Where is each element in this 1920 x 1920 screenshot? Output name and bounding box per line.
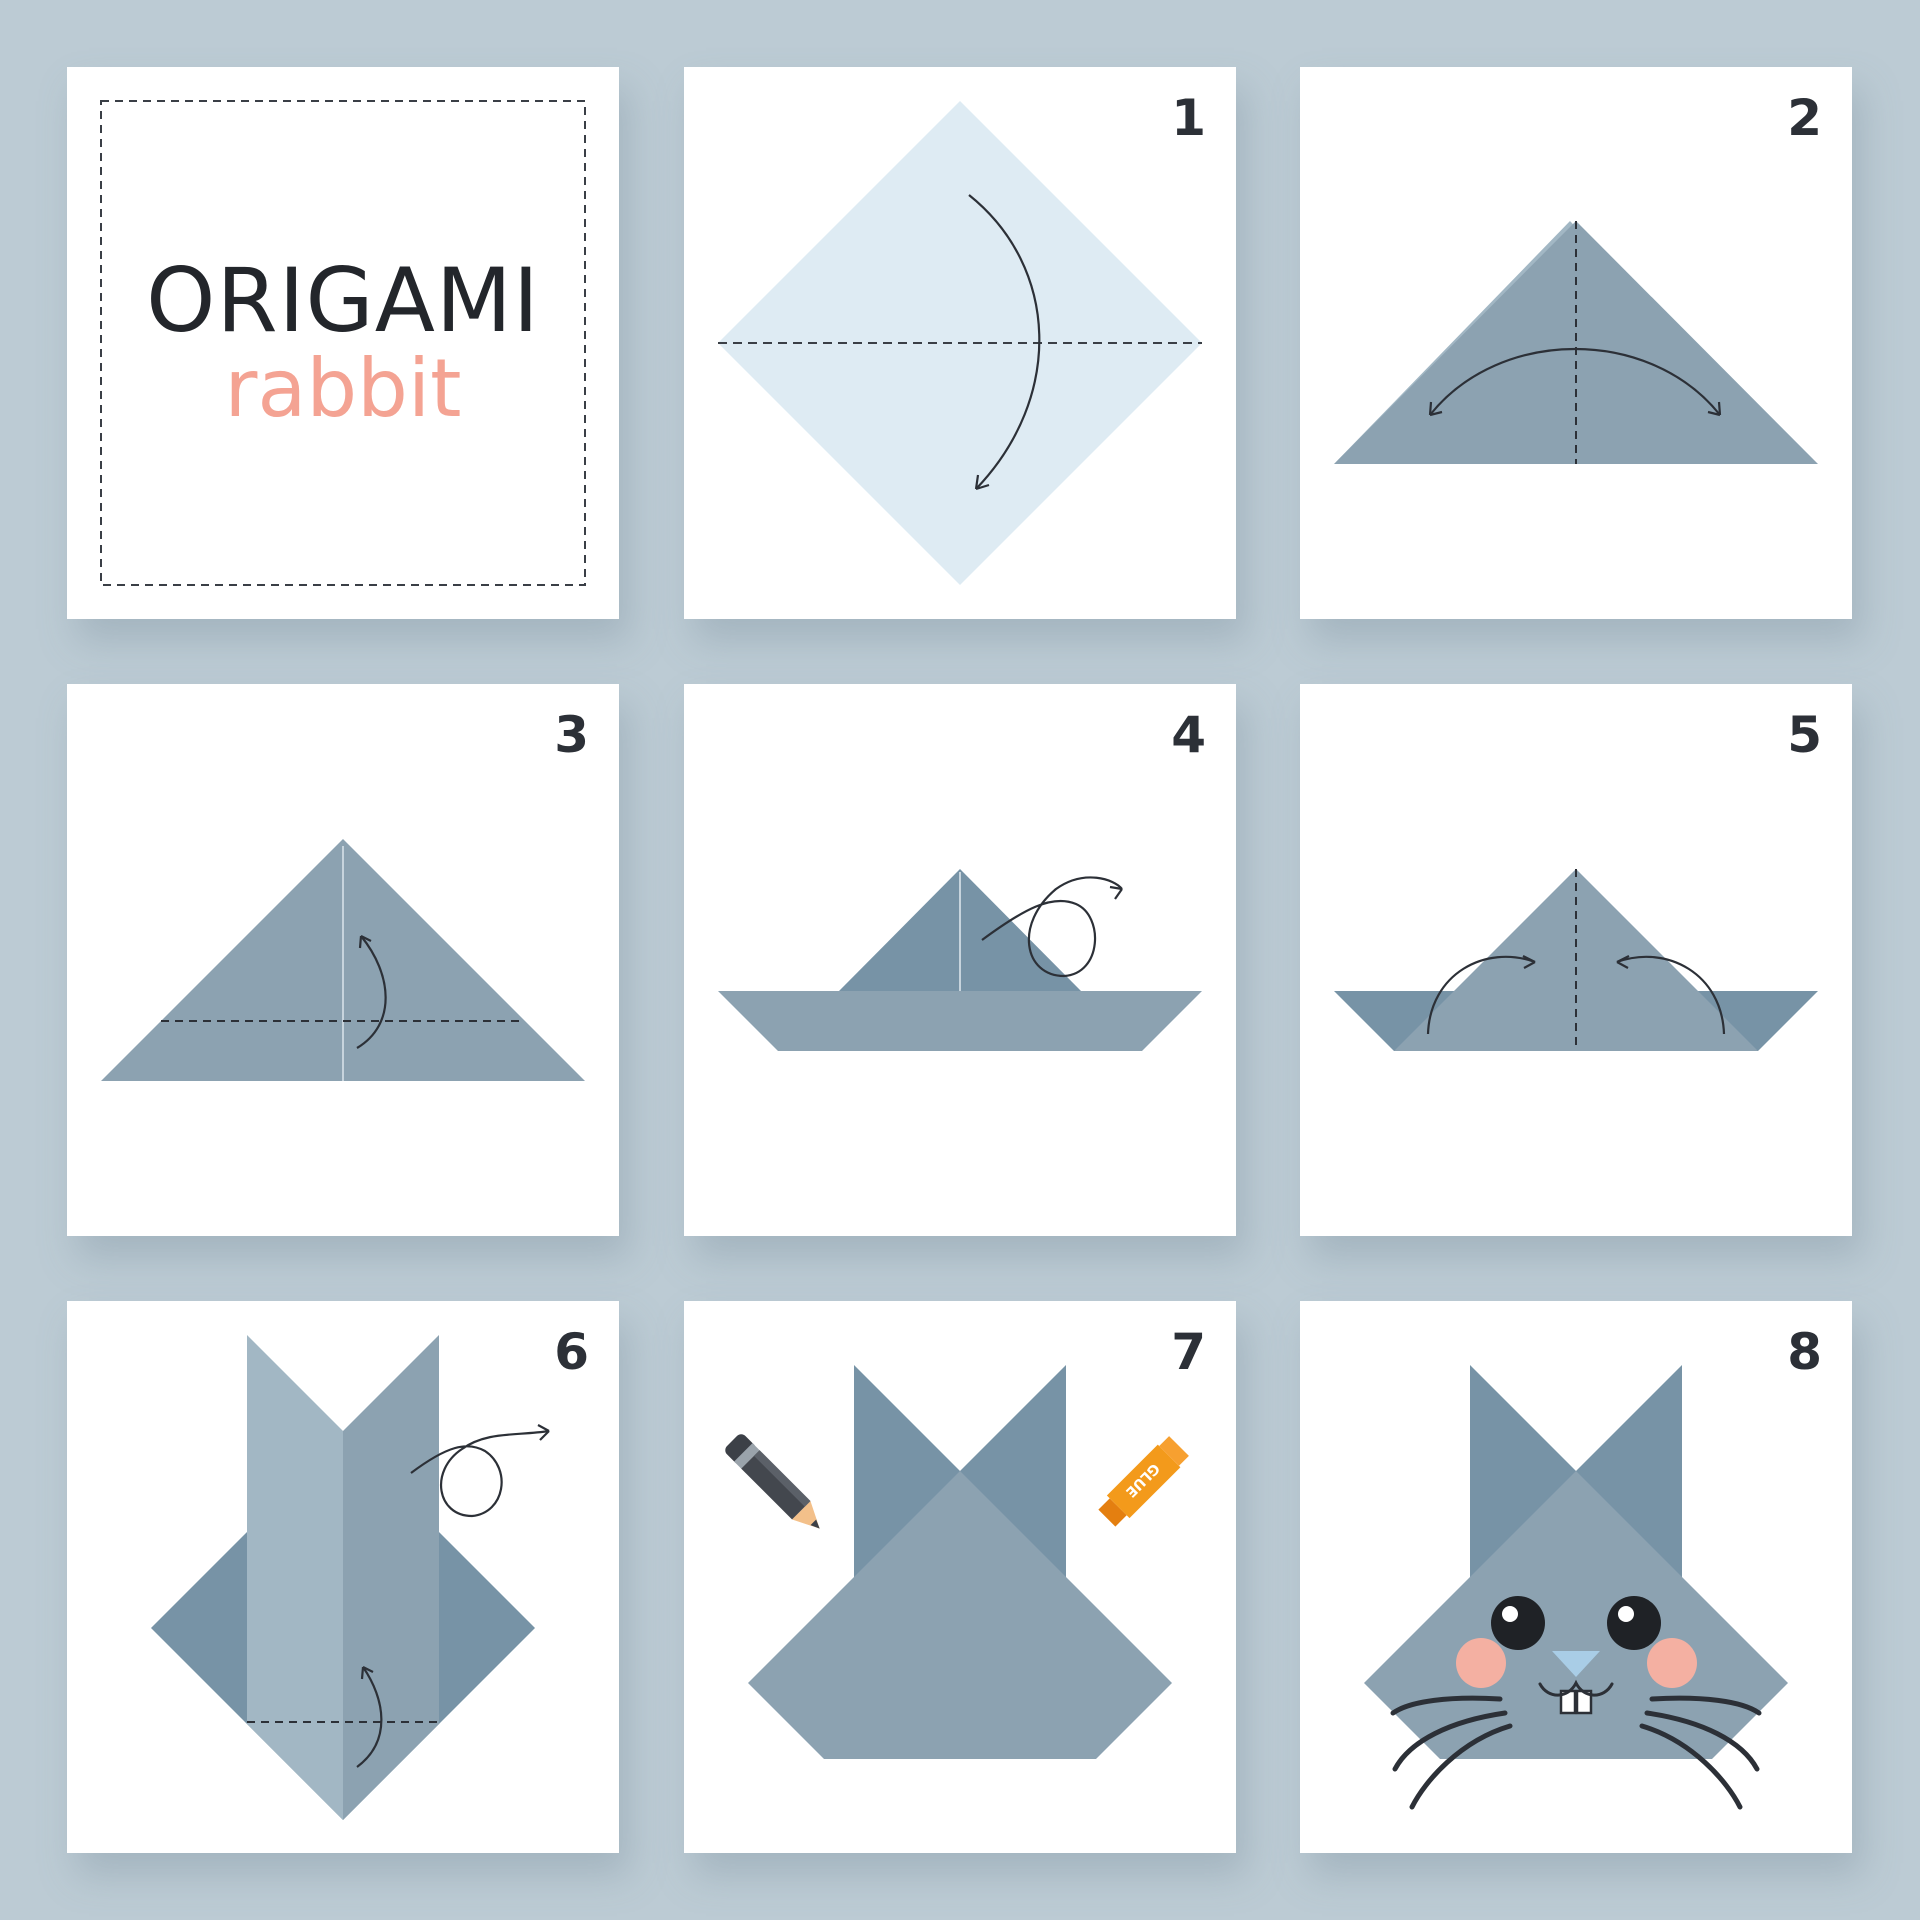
paper-band	[718, 991, 1202, 1051]
instruction-board: ORIGAMI rabbit 1 2 3 4 5 6 GLUE 7 8	[0, 0, 1920, 1920]
step-3-diagram	[101, 839, 585, 1081]
step-4-diagram	[718, 869, 1202, 1051]
step-card-7: GLUE 7	[684, 1301, 1236, 1853]
step-number-6: 6	[554, 1323, 589, 1381]
step-number-2: 2	[1787, 89, 1822, 147]
step-1-diagram	[718, 101, 1202, 585]
step-card-2: 2	[1300, 67, 1852, 619]
right-cheek	[1647, 1638, 1697, 1688]
step-number-8: 8	[1787, 1323, 1822, 1381]
paper-flap-right	[343, 1335, 439, 1820]
step-2-diagram	[1334, 221, 1818, 464]
step-card-6: 6	[67, 1301, 619, 1853]
step-card-1: 1	[684, 67, 1236, 619]
step-7-diagram: GLUE	[725, 1365, 1189, 1759]
step-card-4: 4	[684, 684, 1236, 1236]
title-rabbit: rabbit	[224, 342, 462, 435]
title-origami: ORIGAMI	[146, 249, 540, 352]
step-number-7: 7	[1171, 1323, 1206, 1381]
paper-flap-left	[247, 1335, 343, 1820]
pencil-icon	[725, 1434, 820, 1529]
paper-triangle	[1334, 221, 1818, 464]
step-card-3: 3	[67, 684, 619, 1236]
step-card-5: 5	[1300, 684, 1852, 1236]
step-number-3: 3	[554, 706, 589, 764]
step-8-diagram	[1364, 1365, 1788, 1810]
step-card-8: 8	[1300, 1301, 1852, 1853]
step-5-diagram	[1334, 869, 1818, 1051]
step-number-4: 4	[1171, 706, 1206, 764]
rabbit-face	[1364, 1471, 1788, 1759]
step-number-1: 1	[1171, 89, 1206, 147]
step-6-diagram	[151, 1335, 550, 1820]
right-eye	[1607, 1596, 1661, 1650]
glue-stick-icon: GLUE	[1098, 1436, 1189, 1527]
title-card: ORIGAMI rabbit	[67, 67, 619, 619]
left-eye	[1491, 1596, 1545, 1650]
step-number-5: 5	[1787, 706, 1822, 764]
left-cheek	[1456, 1638, 1506, 1688]
